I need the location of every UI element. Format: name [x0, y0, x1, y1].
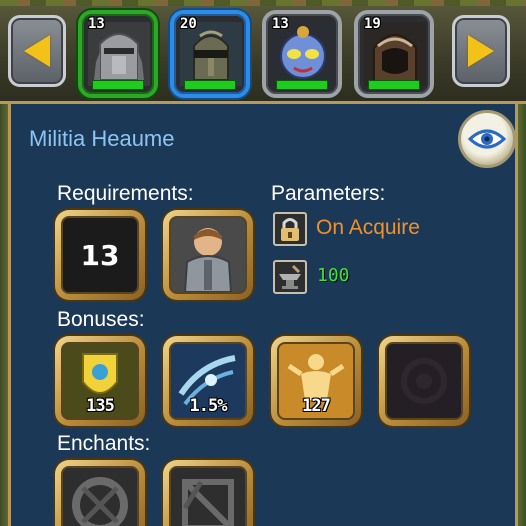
arrow-left-icon: [24, 35, 50, 67]
durability-bar: [276, 80, 328, 90]
parameters-label: Parameters:: [271, 182, 386, 205]
bonuses-label: Bonuses:: [57, 308, 145, 331]
slot-level: 13: [88, 16, 105, 32]
binding-status: On Acquire: [316, 216, 420, 239]
equipment-slot-2[interactable]: 20: [170, 10, 250, 98]
left-background-edge: [0, 104, 8, 526]
enchants-label: Enchants:: [57, 432, 151, 455]
equipment-strip: 13 20 13 19: [0, 0, 526, 104]
top-border-decoration: [0, 0, 526, 6]
bonus-value: 127: [302, 396, 331, 416]
item-details-panel: Militia Heaume Requirements: 13 Paramete…: [8, 104, 518, 526]
enchant-slot-2[interactable]: [163, 460, 253, 526]
empty-slot-icon: [387, 344, 461, 418]
required-class-tile[interactable]: [163, 210, 253, 300]
bonus-tile-empty[interactable]: [379, 336, 469, 426]
durability-bar: [92, 80, 144, 90]
durability-bar: [368, 80, 420, 90]
slot-level: 19: [364, 16, 381, 32]
enchant-rune-icon: [63, 468, 137, 526]
anvil-icon: [273, 260, 307, 294]
bonus-value: 1.5%: [189, 396, 228, 416]
enchant-rune-icon: [171, 468, 245, 526]
slot-level: 13: [272, 16, 289, 32]
durability-bar: [184, 80, 236, 90]
equipment-slot-1[interactable]: 13: [78, 10, 158, 98]
enchant-slot-1[interactable]: [55, 460, 145, 526]
bonus-tile-1[interactable]: 135: [55, 336, 145, 426]
requirements-label: Requirements:: [57, 182, 194, 205]
right-background-edge: [518, 104, 526, 526]
previous-arrow-button[interactable]: [8, 15, 66, 87]
slot-level: 20: [180, 16, 197, 32]
arrow-right-icon: [468, 35, 494, 67]
bonus-value: 135: [86, 396, 115, 416]
next-arrow-button[interactable]: [452, 15, 510, 87]
warrior-class-icon: [171, 218, 245, 292]
eye-icon: [468, 129, 506, 149]
item-title: Militia Heaume: [29, 126, 175, 151]
durability-value: 100: [317, 265, 350, 286]
equipment-slot-4[interactable]: 19: [354, 10, 434, 98]
required-level-tile: 13: [55, 210, 145, 300]
preview-button[interactable]: [458, 110, 516, 168]
bonus-tile-3[interactable]: 127: [271, 336, 361, 426]
required-level: 13: [80, 238, 120, 272]
equipment-slot-3[interactable]: 13: [262, 10, 342, 98]
bonus-tile-2[interactable]: 1.5%: [163, 336, 253, 426]
lock-icon: [273, 212, 307, 246]
